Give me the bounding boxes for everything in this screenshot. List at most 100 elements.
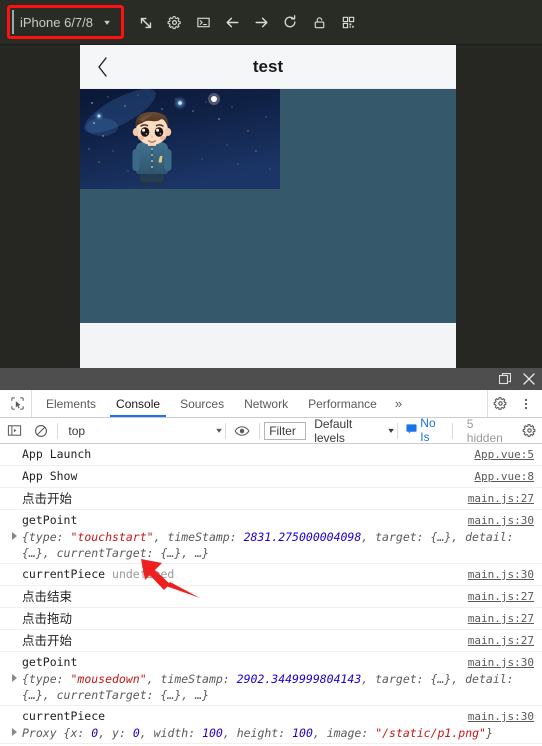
devtools-tabbar-actions [487, 390, 542, 417]
console-message-text: 点击结束 [22, 589, 73, 604]
expand-triangle-icon[interactable] [12, 532, 17, 540]
proxy-image: "/static/p1.png" [375, 726, 486, 740]
clear-console-icon[interactable] [28, 418, 54, 444]
console-message-source[interactable]: main.js:27 [458, 610, 534, 627]
tab-label: Console [116, 396, 161, 411]
device-viewport-area: test [0, 45, 542, 368]
gear-icon[interactable] [161, 9, 187, 35]
app-navbar: test [80, 45, 456, 89]
console-object-preview[interactable]: {type: "touchstart", timeStamp: 2831.275… [12, 529, 534, 561]
console-message-value: undefined [112, 567, 175, 581]
console-message-source[interactable]: main.js:27 [458, 632, 534, 649]
console-message-source[interactable]: App.vue:5 [464, 446, 534, 463]
console-filter-toolbar: top ▾ Filter Default levels ▾ No Is 5 hi… [0, 416, 542, 446]
execution-context-label: top [68, 423, 86, 438]
console-message-source[interactable]: main.js:27 [458, 588, 534, 605]
console-sidebar-icon[interactable] [2, 418, 28, 444]
eye-icon[interactable] [230, 418, 256, 444]
dock-icon[interactable] [498, 372, 512, 386]
console-object-preview[interactable]: {type: "mousedown", timeStamp: 2902.3449… [12, 671, 534, 703]
back-arrow-icon[interactable] [219, 9, 245, 35]
chevron-down-icon: ▾ [388, 426, 395, 435]
kebab-menu-icon[interactable] [514, 392, 538, 416]
console-message-text: getPoint [22, 655, 78, 669]
device-emulation-toolbar: iPhone 6/7/8 ▾ [0, 0, 542, 45]
tab-label: Elements [46, 396, 97, 411]
console-message[interactable]: App Show App.vue:8 [0, 466, 542, 488]
filter-input[interactable]: Filter [264, 421, 307, 440]
tab-elements[interactable]: Elements [36, 390, 106, 417]
devtools-tabbar: Elements Console Sources Network Perform… [0, 390, 542, 418]
console-message-source[interactable]: main.js:30 [458, 708, 534, 725]
devtools-titlebar [0, 368, 542, 390]
close-icon[interactable] [522, 372, 536, 386]
console-message[interactable]: currentPiece main.js:30 Proxy {x: 0, y: … [0, 706, 542, 744]
proxy-sep1: , y: [98, 726, 133, 740]
issues-message-icon [406, 423, 417, 437]
rotate-icon[interactable] [132, 9, 158, 35]
reload-icon[interactable] [277, 9, 303, 35]
console-message[interactable]: 点击结束 main.js:27 [0, 586, 542, 608]
execution-context-selector[interactable]: top ▾ [62, 423, 221, 438]
tab-label: Sources [180, 396, 225, 411]
console-message-text: App Show [22, 469, 78, 483]
device-selector-highlight: iPhone 6/7/8 ▾ [7, 5, 125, 39]
chevron-down-icon: ▾ [104, 17, 110, 27]
lock-open-icon[interactable] [306, 9, 332, 35]
tab-label: Network [244, 396, 289, 411]
obj-string-value: "mousedown" [70, 672, 147, 686]
devtools-panel: Elements Console Sources Network Perform… [0, 368, 542, 746]
device-selector[interactable]: iPhone 6/7/8 ▾ [12, 10, 115, 34]
gear-icon[interactable] [488, 392, 512, 416]
forward-arrow-icon[interactable] [248, 9, 274, 35]
console-message-text: App Launch [22, 447, 92, 461]
console-message[interactable]: 点击开始 main.js:27 [0, 488, 542, 510]
console-message[interactable]: 点击开始 main.js:27 [0, 630, 542, 652]
inspect-cursor-icon[interactable] [4, 390, 32, 417]
console-message-source[interactable]: main.js:30 [458, 566, 534, 583]
gear-icon[interactable] [516, 418, 542, 444]
console-proxy-preview[interactable]: Proxy {x: 0, y: 0, width: 100, height: 1… [12, 725, 534, 741]
console-message[interactable]: currentPiece undefined main.js:30 [0, 564, 542, 586]
terminal-icon[interactable] [190, 9, 216, 35]
hero-image[interactable] [80, 89, 280, 189]
tab-console[interactable]: Console [106, 390, 170, 417]
console-message[interactable]: App Launch App.vue:5 [0, 444, 542, 466]
console-message-source[interactable]: main.js:30 [458, 654, 534, 671]
tab-performance[interactable]: Performance [298, 390, 387, 417]
tab-network[interactable]: Network [234, 390, 298, 417]
tab-sources[interactable]: Sources [170, 390, 234, 417]
device-toolbar-icons [132, 9, 361, 35]
console-message-source[interactable]: App.vue:8 [464, 468, 534, 485]
grid-icon[interactable] [335, 9, 361, 35]
expand-triangle-icon[interactable] [12, 674, 17, 682]
console-message[interactable]: getPoint main.js:30 {type: "touchstart",… [0, 510, 542, 564]
divider [397, 422, 399, 439]
device-selector-label: iPhone 6/7/8 [20, 14, 94, 30]
console-message-list[interactable]: App Launch App.vue:5 App Show App.vue:8 … [0, 444, 542, 746]
console-message[interactable]: 点击拖动 main.js:27 [0, 608, 542, 630]
proxy-label: Proxy {x: [22, 726, 92, 740]
back-chevron-icon[interactable] [80, 45, 124, 89]
divider [57, 422, 59, 439]
proxy-close: } [485, 726, 493, 740]
log-level-selector[interactable]: Default levels ▾ [314, 417, 395, 445]
proxy-height: 100 [292, 726, 313, 740]
proxy-sep4: , image: [312, 726, 376, 740]
obj-prefix: {type: [22, 530, 71, 544]
console-message-text: getPoint [22, 513, 78, 527]
console-message-source[interactable]: main.js:27 [458, 490, 534, 507]
obj-number-value: 2831.275000004098 [243, 530, 362, 544]
console-message[interactable]: getPoint main.js:30 {type: "mousedown", … [0, 652, 542, 706]
divider [451, 422, 453, 439]
hidden-messages-count[interactable]: 5 hidden [467, 417, 513, 445]
app-content-area [80, 89, 456, 323]
page-title: test [252, 56, 284, 76]
expand-triangle-icon[interactable] [12, 728, 17, 736]
console-message-text: 点击拖动 [22, 611, 73, 626]
obj-string-value: "touchstart" [70, 530, 154, 544]
more-tabs-button[interactable]: » [387, 390, 410, 417]
issues-badge[interactable]: No Is [406, 416, 448, 446]
console-message-source[interactable]: main.js:30 [458, 512, 534, 529]
console-message-label: currentPiece [22, 567, 106, 581]
